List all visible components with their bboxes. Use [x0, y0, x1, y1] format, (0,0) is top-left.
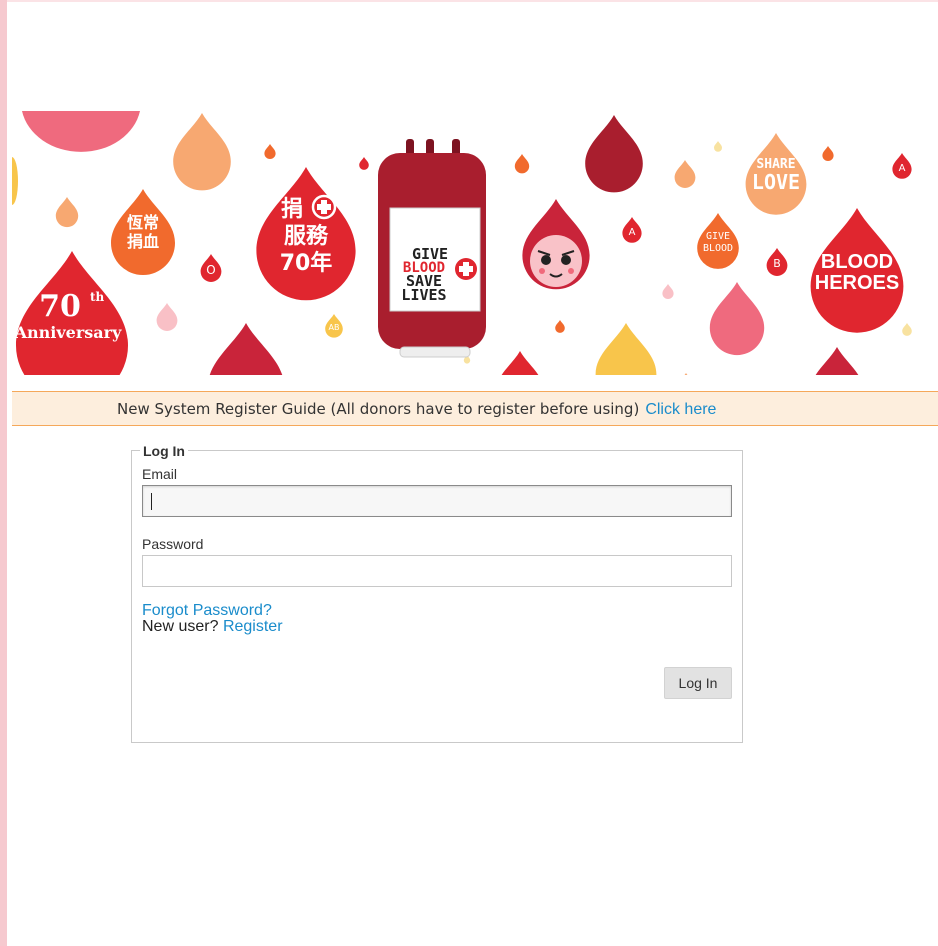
svg-text:Anniversary: Anniversary	[14, 323, 122, 342]
notice-text: New System Register Guide (All donors ha…	[117, 400, 640, 418]
register-link[interactable]: Register	[223, 618, 283, 635]
svg-text:A: A	[899, 163, 906, 174]
svg-text:GIVE: GIVE	[706, 231, 730, 242]
page-left-border	[0, 0, 7, 946]
svg-text:70年: 70年	[280, 250, 333, 276]
new-user-text: New user?	[142, 618, 219, 635]
svg-text:AB: AB	[329, 323, 340, 332]
svg-text:O: O	[206, 263, 215, 277]
svg-text:BLOOD: BLOOD	[703, 243, 733, 254]
blood-bag: GIVE BLOOD SAVE LIVES	[378, 139, 486, 358]
email-label: Email	[142, 466, 178, 482]
password-field[interactable]	[142, 555, 732, 587]
svg-text:恆常: 恆常	[126, 213, 159, 232]
svg-text:th: th	[90, 290, 105, 304]
svg-text:BLOOD: BLOOD	[821, 251, 893, 273]
password-label: Password	[142, 536, 204, 552]
svg-text:HEROES: HEROES	[815, 272, 899, 294]
banner-illustration: 恆常 捐血 70 th Anniversary 捐 服務 70年 O AB A …	[12, 111, 912, 375]
svg-text:服務: 服務	[284, 223, 329, 249]
click-here-link[interactable]: Click here	[645, 401, 716, 418]
login-fieldset: Log In Email Password Forgot Password? N…	[131, 443, 743, 743]
blood-donation-banner: 恆常 捐血 70 th Anniversary 捐 服務 70年 O AB A …	[12, 111, 938, 375]
svg-text:A: A	[629, 227, 636, 238]
svg-text:LIVES: LIVES	[401, 286, 446, 304]
svg-text:捐: 捐	[281, 197, 303, 222]
login-button[interactable]: Log In	[664, 667, 732, 699]
svg-text:LOVE: LOVE	[752, 170, 800, 194]
svg-text:B: B	[773, 257, 781, 270]
page-top-border	[7, 0, 938, 2]
svg-text:70: 70	[39, 289, 81, 324]
login-legend: Log In	[140, 443, 188, 459]
new-user-line: New user? Register	[142, 618, 283, 636]
svg-text:捐血: 捐血	[127, 232, 159, 251]
register-guide-notice: New System Register Guide (All donors ha…	[12, 391, 938, 426]
email-field[interactable]	[142, 485, 732, 517]
text-caret	[151, 493, 152, 510]
